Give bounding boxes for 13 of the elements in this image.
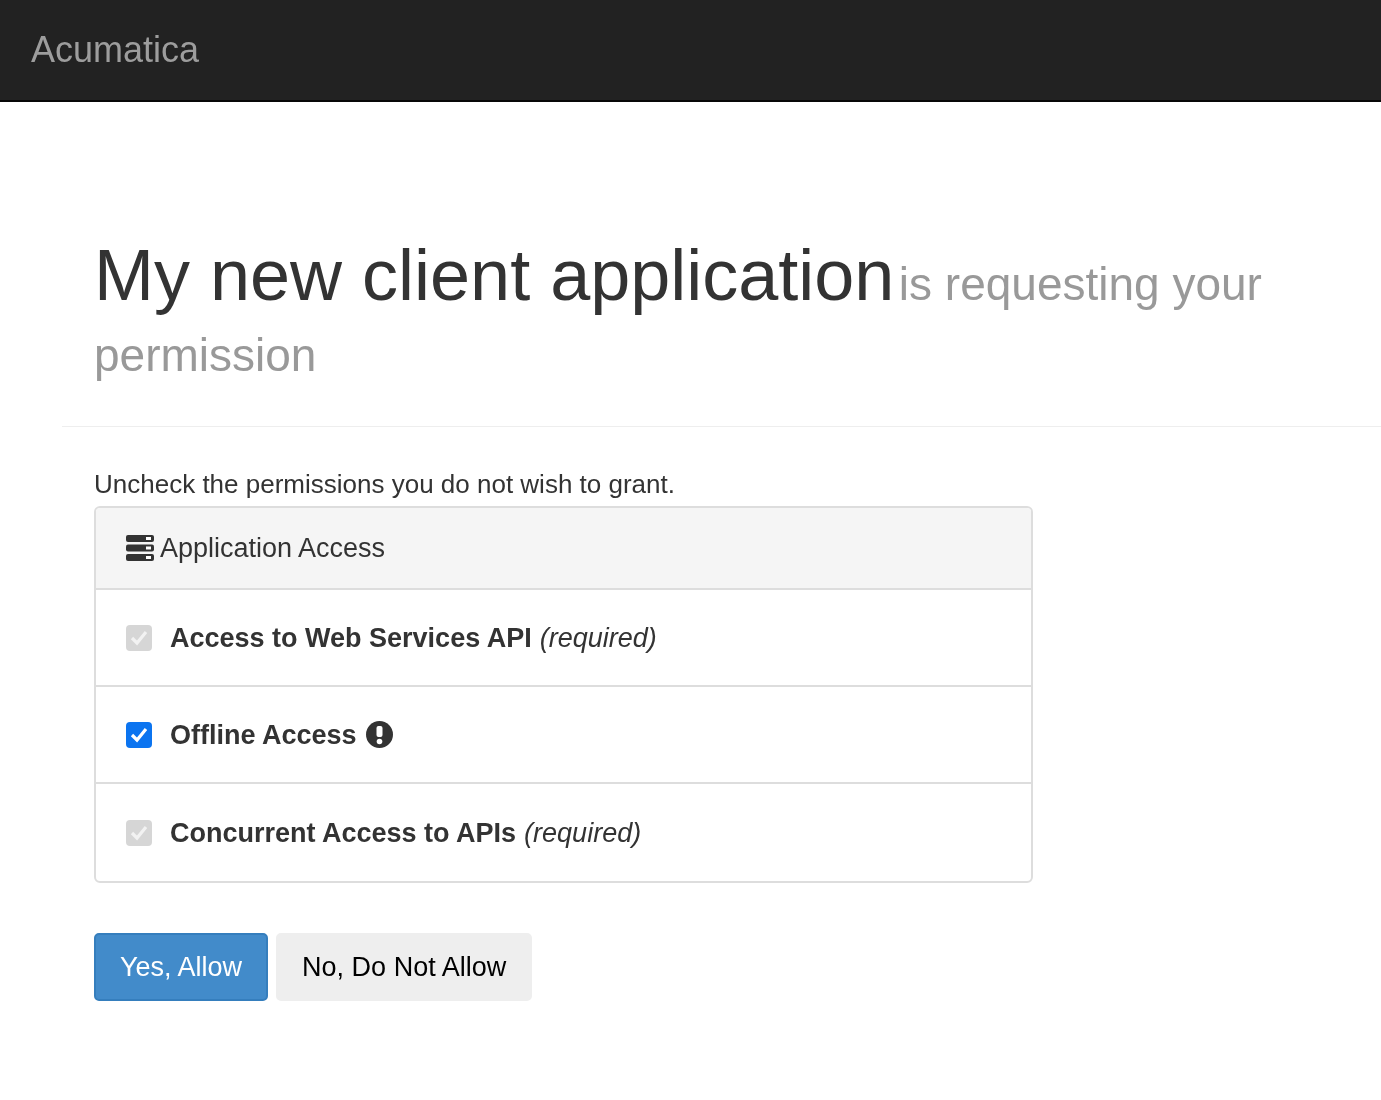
instruction-text: Uncheck the permissions you do not wish to grant. <box>94 469 675 501</box>
required-note: (required) <box>539 621 657 655</box>
panel-title: Application Access <box>160 532 386 566</box>
permission-label: Access to Web Services API <box>170 621 532 655</box>
brand-link[interactable]: Acumatica <box>31 23 200 77</box>
permission-label: Concurrent Access to APIs <box>170 816 517 850</box>
deny-button[interactable]: No, Do Not Allow <box>276 933 533 1002</box>
page-heading: My new client application is requesting your permission <box>94 234 1263 384</box>
required-note: (required) <box>524 816 642 850</box>
server-icon <box>126 535 154 562</box>
allow-button[interactable]: Yes, Allow <box>94 933 269 1002</box>
checkbox[interactable] <box>126 721 152 748</box>
permission-label: Offline Access <box>170 718 357 752</box>
